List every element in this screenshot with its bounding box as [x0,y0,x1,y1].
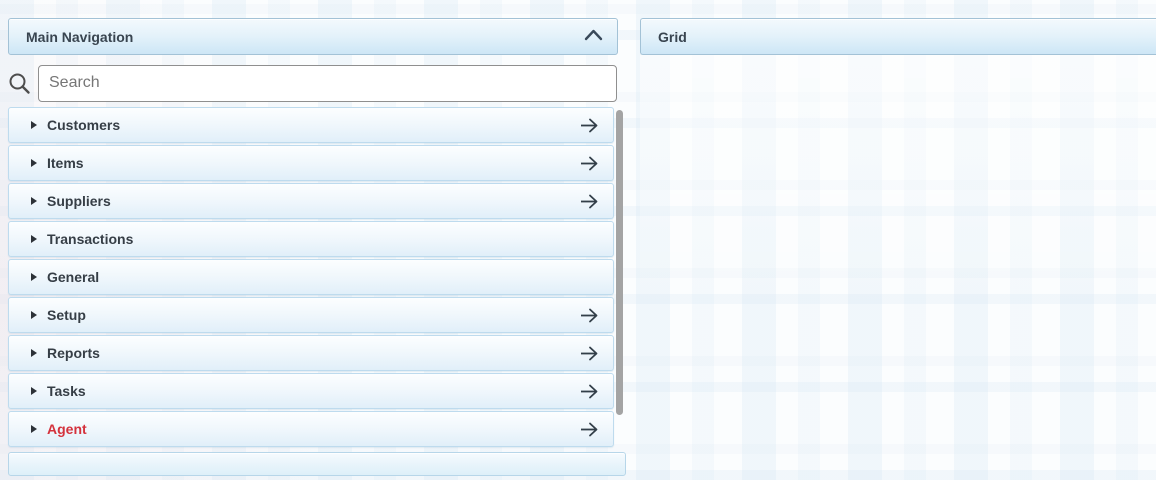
expand-triangle-icon[interactable] [31,349,37,357]
expand-triangle-icon[interactable] [31,311,37,319]
nav-item-suppliers[interactable]: Suppliers [8,183,614,219]
expand-triangle-icon[interactable] [31,159,37,167]
expand-triangle-icon[interactable] [31,197,37,205]
navigate-arrow-icon[interactable] [579,308,600,323]
grid-header[interactable]: Grid [640,18,1156,55]
nav-item-reports[interactable]: Reports [8,335,614,371]
expand-triangle-icon[interactable] [31,425,37,433]
nav-item-label: Suppliers [47,193,111,209]
nav-item-items[interactable]: Items [8,145,614,181]
nav-item-label: Agent [47,421,87,437]
nav-item-label: General [47,269,100,285]
expand-triangle-icon[interactable] [31,273,37,281]
nav-item-tasks[interactable]: Tasks [8,373,614,409]
nav-item-label: Customers [47,117,121,133]
scrollbar-thumb[interactable] [616,110,623,415]
navigate-arrow-icon[interactable] [579,422,600,437]
search-input[interactable] [38,64,617,102]
navigate-arrow-icon[interactable] [579,346,600,361]
search-row [8,64,617,102]
nav-item-transactions[interactable]: Transactions [8,221,614,257]
main-navigation-title: Main Navigation [26,28,134,45]
navigate-arrow-icon[interactable] [579,118,600,133]
grid-title: Grid [658,28,687,45]
expand-triangle-icon[interactable] [31,235,37,243]
grid-body [640,55,1156,480]
nav-item-label: Setup [47,307,86,323]
nav-item-label: Tasks [47,383,86,399]
nav-item-general[interactable]: General [8,259,614,295]
navigation-list: Customers Items Suppliers Transactions G… [8,107,614,449]
navigate-arrow-icon[interactable] [579,194,600,209]
main-navigation-header[interactable]: Main Navigation [8,18,618,55]
nav-item-label: Reports [47,345,100,361]
navigate-arrow-icon[interactable] [579,384,600,399]
nav-item-customers[interactable]: Customers [8,107,614,143]
navigate-arrow-icon[interactable] [579,156,600,171]
nav-item-agent[interactable]: Agent [8,411,614,447]
nav-item-label: Transactions [47,231,134,247]
expand-triangle-icon[interactable] [31,387,37,395]
panel-footer-bar [8,452,626,476]
scrollbar[interactable] [616,107,624,451]
nav-item-label: Items [47,155,84,171]
search-icon [8,72,38,95]
nav-item-setup[interactable]: Setup [8,297,614,333]
chevron-up-icon[interactable] [584,28,603,46]
expand-triangle-icon[interactable] [31,121,37,129]
